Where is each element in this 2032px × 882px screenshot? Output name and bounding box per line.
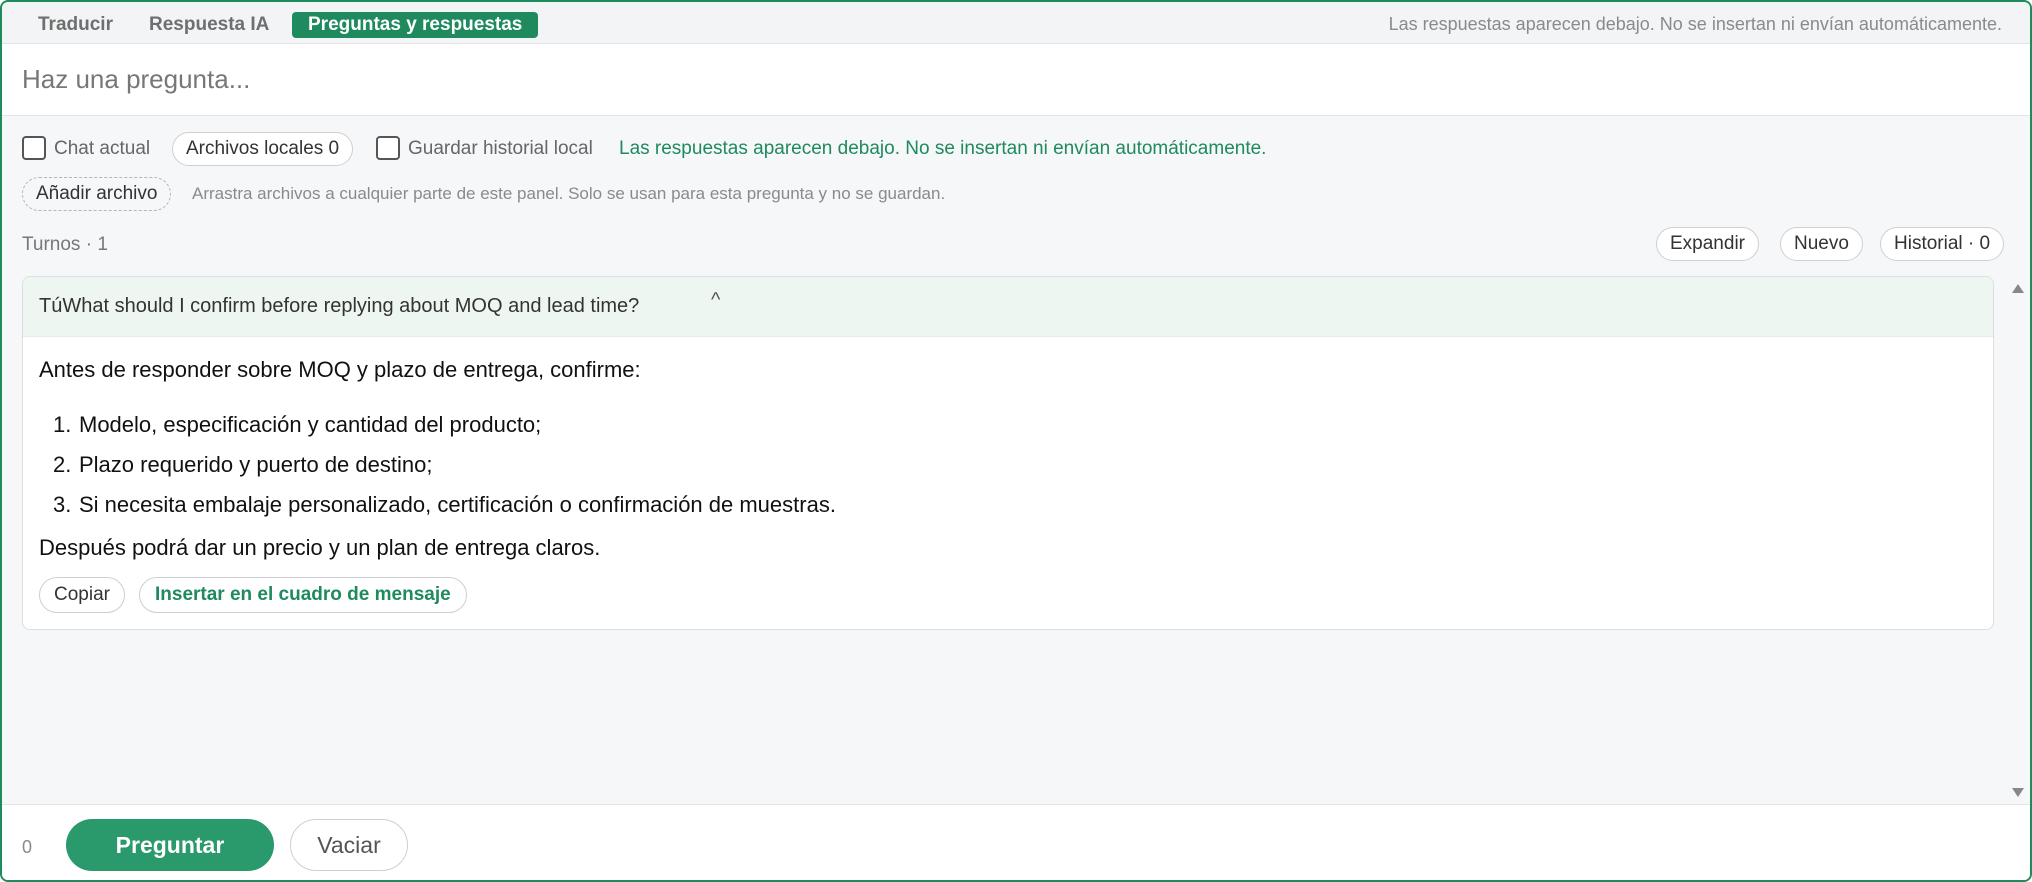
answer-intro: Antes de responder sobre MOQ y plazo de … — [39, 357, 641, 382]
scroll-down-icon[interactable] — [2012, 788, 2024, 797]
chat-actual-label: Chat actual — [54, 138, 151, 159]
add-file-button[interactable]: Añadir archivo — [22, 177, 172, 211]
turn-question-text: TúWhat should I confirm before replying … — [39, 295, 640, 317]
turn-card: TúWhat should I confirm before replying … — [22, 276, 1994, 630]
turns-count: Turnos · 1 — [22, 234, 108, 255]
save-history-checkbox[interactable] — [376, 136, 400, 160]
answer-item: 1. Modelo, especificación y cantidad del … — [53, 412, 542, 437]
copy-button[interactable]: Copiar — [39, 577, 125, 613]
drop-hint: Arrastra archivos a cualquier parte de e… — [192, 184, 946, 203]
tab-respuesta-ia[interactable]: Respuesta IA — [149, 12, 269, 38]
insert-into-message-button[interactable]: Insertar en el cuadro de mensaje — [139, 577, 467, 613]
chat-actual-checkbox[interactable] — [22, 136, 46, 160]
question-input[interactable] — [2, 44, 2030, 116]
char-count: 0 — [22, 837, 33, 857]
qa-panel: Traducir Respuesta IA Preguntas y respue… — [0, 0, 2032, 882]
tab-bar: Traducir Respuesta IA Preguntas y respue… — [2, 2, 2030, 44]
answer-item: 3. Si necesita embalaje personalizado, ce… — [53, 492, 836, 517]
collapse-caret-icon[interactable]: ^ — [711, 289, 720, 312]
tab-preguntas-y-respuestas[interactable]: Preguntas y respuestas — [292, 12, 539, 38]
history-button[interactable]: Historial · 0 — [1880, 227, 2005, 261]
answer-list: 1. Modelo, especificación y cantidad del … — [39, 405, 836, 525]
save-history-label: Guardar historial local — [408, 138, 593, 159]
new-button[interactable]: Nuevo — [1780, 227, 1863, 261]
answer-item: 2. Plazo requerido y puerto de destino; — [53, 452, 433, 477]
local-files-button[interactable]: Archivos locales 0 — [172, 132, 354, 166]
turn-question-header[interactable]: TúWhat should I confirm before replying … — [23, 277, 1993, 337]
scroll-up-icon[interactable] — [2012, 284, 2024, 293]
options-note: Las respuestas aparecen debajo. No se in… — [619, 138, 1267, 159]
tab-traducir[interactable]: Traducir — [38, 12, 113, 38]
tabbar-note: Las respuestas aparecen debajo. No se in… — [1388, 14, 2002, 34]
answer-outro: Después podrá dar un precio y un plan de… — [39, 535, 601, 560]
footer: 0 Preguntar Vaciar — [2, 804, 2030, 880]
expand-button[interactable]: Expandir — [1656, 227, 1759, 261]
ask-button[interactable]: Preguntar — [66, 819, 274, 871]
clear-button[interactable]: Vaciar — [290, 819, 408, 871]
